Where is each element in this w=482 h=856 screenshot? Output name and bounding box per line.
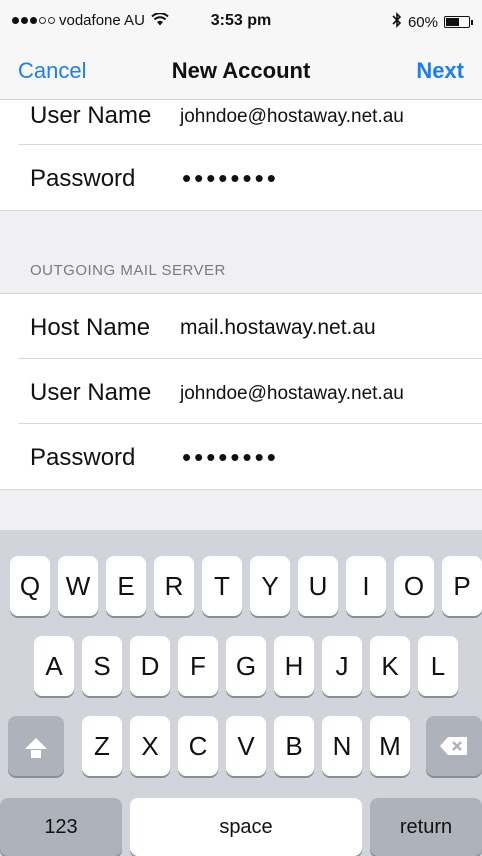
status-bar: vodafone AU 3:53 pm 60% [0, 0, 482, 44]
outgoing-host-name-row[interactable]: Host Name mail.hostaway.net.au [0, 294, 482, 359]
key-b[interactable]: B [274, 716, 314, 776]
key-a[interactable]: A [34, 636, 74, 696]
outgoing-user-name-row[interactable]: User Name johndoe@hostaway.net.au [0, 359, 482, 424]
incoming-user-name-field[interactable]: johndoe@hostaway.net.au [180, 106, 404, 128]
key-o[interactable]: O [394, 556, 434, 616]
return-key[interactable]: return [370, 798, 482, 856]
space-key[interactable]: space [130, 798, 362, 856]
key-g[interactable]: G [226, 636, 266, 696]
incoming-password-label: Password [30, 165, 136, 192]
navigation-bar: Cancel New Account Next [0, 44, 482, 100]
key-z[interactable]: Z [82, 716, 122, 776]
account-form: User Name johndoe@hostaway.net.au Passwo… [0, 100, 482, 530]
key-x[interactable]: X [130, 716, 170, 776]
key-t[interactable]: T [202, 556, 242, 616]
key-f[interactable]: F [178, 636, 218, 696]
numbers-key[interactable]: 123 [0, 798, 122, 856]
battery-icon [444, 16, 473, 28]
battery-percent: 60% [407, 13, 438, 31]
outgoing-password-field[interactable]: •••••••• [182, 442, 279, 473]
key-w[interactable]: W [58, 556, 98, 616]
key-p[interactable]: P [442, 556, 482, 616]
shift-arrow-icon [25, 737, 47, 749]
outgoing-host-name-label: Host Name [30, 314, 151, 341]
battery-fill [446, 18, 459, 26]
key-n[interactable]: N [322, 716, 362, 776]
key-u[interactable]: U [298, 556, 338, 616]
key-r[interactable]: R [154, 556, 194, 616]
bluetooth-icon [392, 12, 402, 32]
shift-key[interactable] [8, 716, 64, 776]
key-q[interactable]: Q [10, 556, 50, 616]
incoming-password-row[interactable]: Password •••••••• [0, 145, 482, 210]
key-h[interactable]: H [274, 636, 314, 696]
shift-arrow-stem [31, 750, 41, 758]
key-s[interactable]: S [82, 636, 122, 696]
page-title: New Account [171, 58, 311, 83]
keyboard: 123 space return QWERTYUIOP ASDFGHJKL ZXCV… [0, 530, 482, 856]
key-l[interactable]: L [418, 636, 458, 696]
section-gap [0, 489, 482, 530]
incoming-user-name-label: User Name [30, 102, 152, 129]
outgoing-password-row[interactable]: Password •••••••• [0, 424, 482, 489]
incoming-user-name-row[interactable]: User Name johndoe@hostaway.net.au [0, 100, 482, 145]
outgoing-user-name-field[interactable]: johndoe@hostaway.net.au [180, 383, 404, 405]
key-j[interactable]: J [322, 636, 362, 696]
status-right: 60% [392, 12, 473, 32]
outgoing-section-header: OUTGOING MAIL SERVER [30, 262, 226, 279]
backspace-icon [440, 737, 467, 755]
key-v[interactable]: V [226, 716, 266, 776]
section-gap: OUTGOING MAIL SERVER [0, 210, 482, 294]
outgoing-user-name-label: User Name [30, 379, 152, 406]
next-button[interactable]: Next [416, 58, 464, 84]
key-k[interactable]: K [370, 636, 410, 696]
outgoing-password-label: Password [30, 444, 136, 471]
key-d[interactable]: D [130, 636, 170, 696]
key-m[interactable]: M [370, 716, 410, 776]
key-e[interactable]: E [106, 556, 146, 616]
key-y[interactable]: Y [250, 556, 290, 616]
key-i[interactable]: I [346, 556, 386, 616]
incoming-password-field[interactable]: •••••••• [182, 163, 279, 194]
delete-key[interactable] [426, 716, 482, 776]
key-c[interactable]: C [178, 716, 218, 776]
outgoing-host-name-field[interactable]: mail.hostaway.net.au [180, 316, 376, 340]
